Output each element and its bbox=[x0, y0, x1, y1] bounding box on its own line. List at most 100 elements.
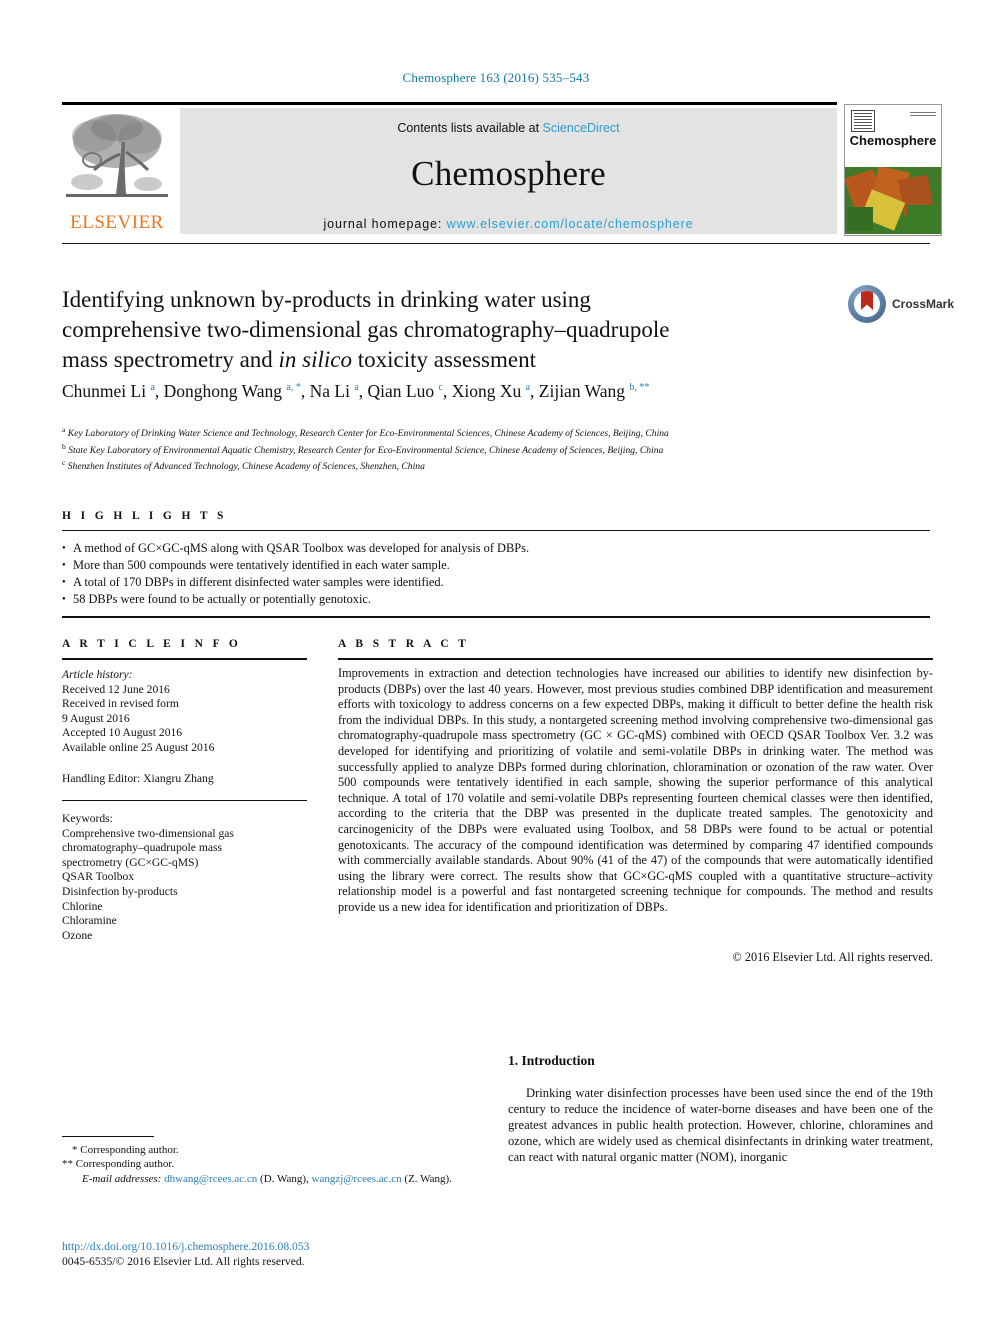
doi-block: http://dx.doi.org/10.1016/j.chemosphere.… bbox=[62, 1239, 492, 1269]
cover-tiny-text bbox=[910, 112, 936, 116]
cover-artwork bbox=[845, 167, 941, 234]
crossmark-ribbon-icon bbox=[861, 291, 873, 310]
history-line: 9 August 2016 bbox=[62, 711, 130, 725]
journal-homepage-line: journal homepage: www.elsevier.com/locat… bbox=[180, 217, 837, 231]
author-affil-mark: c bbox=[438, 382, 443, 394]
page-title: Identifying unknown by-products in drink… bbox=[62, 285, 822, 375]
contents-available-line: Contents lists available at ScienceDirec… bbox=[180, 121, 837, 135]
elsevier-mark-icon bbox=[851, 110, 875, 132]
elsevier-wordmark: ELSEVIER bbox=[70, 212, 164, 233]
abstract-copyright: © 2016 Elsevier Ltd. All rights reserved… bbox=[732, 950, 933, 964]
masthead-bottom-rule bbox=[62, 243, 930, 244]
title-line-1: Identifying unknown by-products in drink… bbox=[62, 287, 591, 312]
cover-top: Chemosphere bbox=[845, 105, 941, 167]
keyword-line: spectrometry (GC×GC-qMS) bbox=[62, 855, 199, 869]
journal-cover-thumbnail: Chemosphere bbox=[844, 104, 942, 236]
corresponding-author-2: ** Corresponding author. bbox=[62, 1158, 175, 1171]
affiliation-text: State Key Laboratory of Environmental Aq… bbox=[68, 444, 664, 456]
list-item: A total of 170 DBPs in different disinfe… bbox=[62, 574, 862, 591]
history-line: Available online 25 August 2016 bbox=[62, 740, 215, 754]
crossmark-circle-icon bbox=[848, 285, 886, 323]
crossmark-badge[interactable]: CrossMark bbox=[848, 285, 954, 325]
abstract-heading: A B S T R A C T bbox=[338, 638, 470, 650]
affiliation-mark: a bbox=[62, 425, 66, 434]
author-affil-mark: a bbox=[354, 382, 359, 394]
journal-title: Chemosphere bbox=[411, 154, 606, 193]
journal-masthead: ELSEVIER Contents lists available at Sci… bbox=[62, 102, 942, 236]
highlights-heading: H I G H L I G H T S bbox=[62, 510, 227, 522]
keyword-line: Ozone bbox=[62, 928, 93, 942]
keywords-label: Keywords: bbox=[62, 812, 113, 825]
keyword-line: Disinfection by-products bbox=[62, 884, 178, 898]
list-item: More than 500 compounds were tentatively… bbox=[62, 557, 862, 574]
history-line: Received in revised form bbox=[62, 697, 179, 711]
title-line-3: mass spectrometry and in silico toxicity… bbox=[62, 345, 822, 375]
author-list: Chunmei Li a, Donghong Wang a, *, Na Li … bbox=[62, 381, 650, 401]
affiliation-item: b State Key Laboratory of Environmental … bbox=[62, 441, 892, 458]
article-history-block: Article history: Received 12 June 2016 R… bbox=[62, 668, 307, 756]
elsevier-logo: ELSEVIER bbox=[62, 108, 172, 234]
email-addresses-line: E-mail addresses: dhwang@rcees.ac.cn (D.… bbox=[62, 1172, 492, 1186]
list-item: 58 DBPs were found to be actually or pot… bbox=[62, 591, 862, 608]
email-who-2: (Z. Wang). bbox=[404, 1172, 452, 1185]
title-line-3-italic: in silico bbox=[278, 347, 353, 372]
masthead-top-rule bbox=[62, 102, 837, 105]
corresponding-author-1: * Corresponding author. bbox=[72, 1144, 179, 1156]
abstract-text: Improvements in extraction and detection… bbox=[338, 666, 933, 914]
affiliation-list: a Key Laboratory of Drinking Water Scien… bbox=[62, 424, 892, 474]
masthead-center-panel: Contents lists available at ScienceDirec… bbox=[180, 108, 837, 234]
list-item: A method of GC×GC-qMS along with QSAR To… bbox=[62, 540, 862, 557]
affiliation-item: a Key Laboratory of Drinking Water Scien… bbox=[62, 424, 892, 441]
elsevier-tree-icon bbox=[66, 114, 168, 197]
affiliation-mark: b bbox=[62, 441, 66, 451]
email-link-1[interactable]: dhwang@rcees.ac.cn bbox=[164, 1173, 257, 1185]
keywords-rule bbox=[62, 800, 307, 801]
title-line-3-a: mass spectrometry and bbox=[62, 347, 279, 372]
homepage-prefix: journal homepage: bbox=[323, 217, 447, 231]
introduction-heading: 1. Introduction bbox=[508, 1053, 595, 1068]
crossmark-inner-disc bbox=[854, 291, 880, 317]
keywords-block: Keywords: Comprehensive two-dimensional … bbox=[62, 812, 307, 943]
title-line-3-b: toxicity assessment bbox=[352, 347, 536, 372]
issn-copyright-line: 0045-6535/© 2016 Elsevier Ltd. All right… bbox=[62, 1255, 305, 1268]
affiliation-mark: c bbox=[62, 458, 66, 468]
affiliation-text: Shenzhen Institutes of Advanced Technolo… bbox=[67, 461, 425, 473]
doi-link[interactable]: http://dx.doi.org/10.1016/j.chemosphere.… bbox=[62, 1239, 492, 1254]
sciencedirect-link[interactable]: ScienceDirect bbox=[543, 121, 620, 135]
article-info-heading: A R T I C L E I N F O bbox=[62, 638, 242, 650]
keyword-line: Chloramine bbox=[62, 914, 117, 928]
title-line-2: comprehensive two-dimensional gas chroma… bbox=[62, 317, 670, 342]
author-affil-mark: b, ** bbox=[629, 382, 650, 394]
contents-prefix: Contents lists available at bbox=[397, 121, 543, 135]
email-label: E-mail addresses: bbox=[82, 1172, 162, 1185]
history-line: Accepted 10 August 2016 bbox=[62, 726, 183, 740]
author-affil-mark: a bbox=[525, 382, 531, 394]
paper-page: Chemosphere 163 (2016) 535–543 ELSEVIER … bbox=[0, 0, 992, 1323]
introduction-text: Drinking water disinfection processes ha… bbox=[508, 1086, 933, 1165]
cover-journal-name: Chemosphere bbox=[849, 133, 937, 148]
info-section-top-rule bbox=[62, 616, 930, 618]
keyword-line: QSAR Toolbox bbox=[62, 870, 135, 884]
handling-editor: Handling Editor: Xiangru Zhang bbox=[62, 772, 214, 785]
affiliation-item: c Shenzhen Institutes of Advanced Techno… bbox=[62, 457, 892, 474]
history-line: Received 12 June 2016 bbox=[62, 682, 170, 696]
homepage-url-link[interactable]: www.elsevier.com/locate/chemosphere bbox=[447, 217, 694, 231]
crossmark-label: CrossMark bbox=[892, 297, 955, 311]
running-head: Chemosphere 163 (2016) 535–543 bbox=[402, 70, 590, 85]
email-link-2[interactable]: wangzj@rcees.ac.cn bbox=[312, 1173, 402, 1185]
highlights-list: A method of GC×GC-qMS along with QSAR To… bbox=[62, 540, 862, 608]
email-who-1: (D. Wang), bbox=[260, 1172, 309, 1185]
keyword-line: chromatography–quadrupole mass bbox=[62, 841, 223, 855]
highlights-rule bbox=[62, 530, 930, 531]
article-info-rule bbox=[62, 658, 307, 660]
cover-leaf bbox=[907, 205, 937, 233]
keyword-line: Comprehensive two-dimensional gas bbox=[62, 826, 234, 840]
footnote-rule bbox=[62, 1136, 154, 1137]
article-history-label: Article history: bbox=[62, 668, 133, 681]
abstract-rule bbox=[338, 658, 933, 660]
author-affil-mark: a bbox=[150, 382, 155, 394]
author-affil-mark: a, * bbox=[286, 382, 301, 394]
cover-bottom-strip bbox=[845, 234, 941, 235]
affiliation-text: Key Laboratory of Drinking Water Science… bbox=[67, 428, 669, 440]
keyword-line: Chlorine bbox=[62, 899, 103, 913]
